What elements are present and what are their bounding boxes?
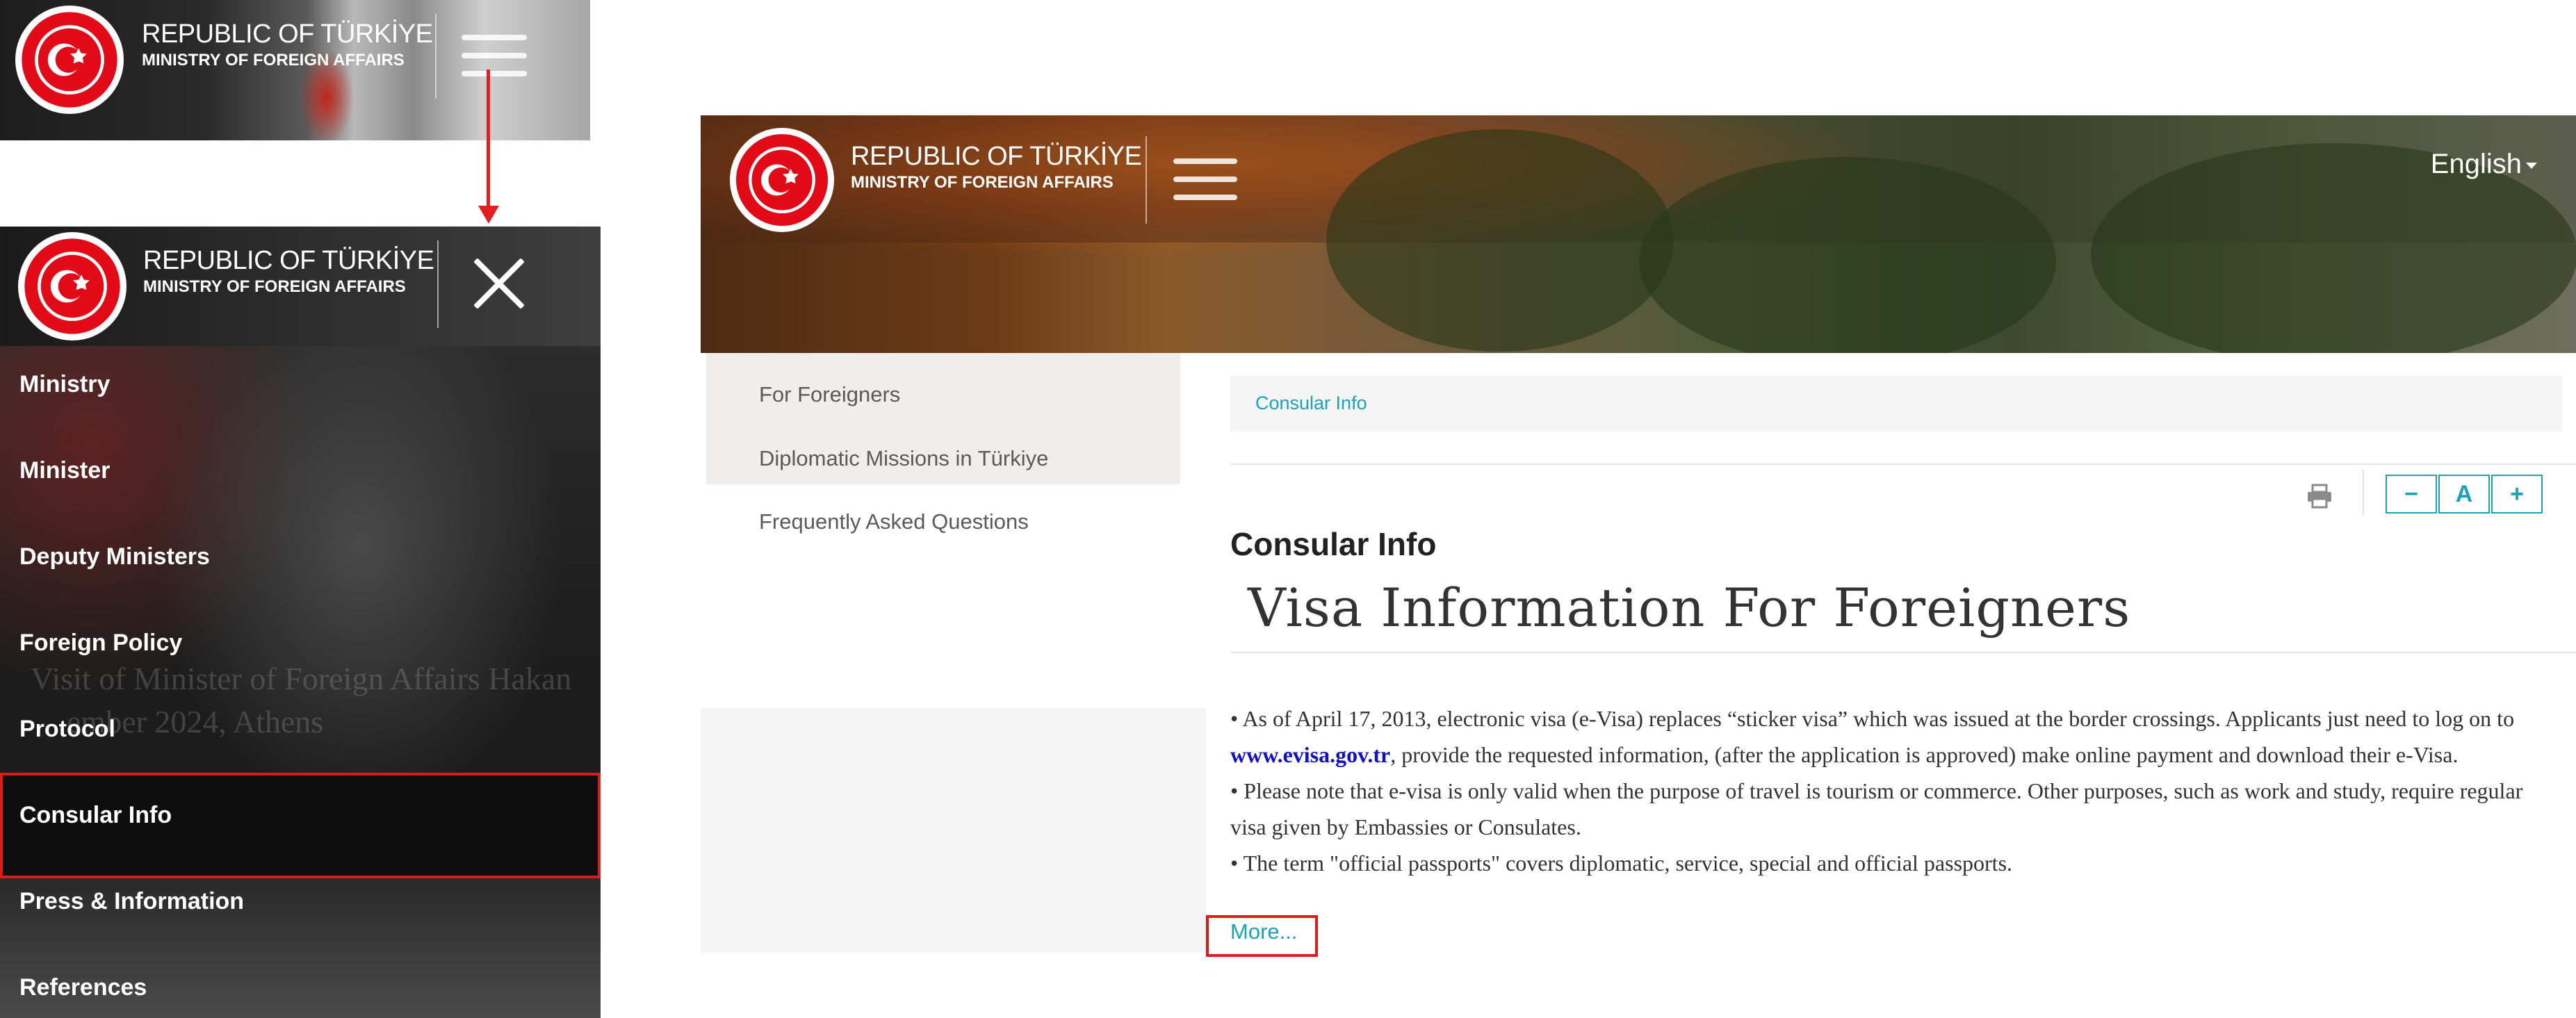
divider [1230,652,2576,653]
font-decrease-button[interactable]: − [2386,475,2437,514]
hero-tree-shape [1639,157,2056,353]
brand-name: REPUBLIC OF TÜRKİYE MINISTRY OF FOREIGN … [142,19,433,70]
menu-item-press-information[interactable]: Press & Information [19,888,244,915]
paragraph: • The term "official passports" covers d… [1230,851,2013,876]
hero-banner: REPUBLIC OF TÜRKİYE MINISTRY OF FOREIGN … [701,115,2576,353]
language-label: English [2430,149,2522,179]
font-size-controls: − A + [2386,475,2544,514]
evisa-link[interactable]: www.evisa.gov.tr [1230,742,1390,767]
menu-item-references[interactable]: References [19,974,147,1001]
menu-item-ministry[interactable]: Ministry [19,371,110,398]
main-content: Consular Info − A + Consular Info Visa I… [1206,353,2576,1018]
brand-line-1: REPUBLIC OF TÜRKİYE [143,246,434,275]
header-divider [437,240,439,328]
article-body: • As of April 17, 2013, electronic visa … [1230,700,2551,881]
hero-tree-shape [1326,129,1674,352]
brand-line-2: MINISTRY OF FOREIGN AFFAIRS [142,51,405,69]
brand-line-2: MINISTRY OF FOREIGN AFFAIRS [851,173,1114,192]
breadcrumb: Consular Info [1230,376,2562,432]
menu-item-deputy-ministers[interactable]: Deputy Ministers [19,543,210,570]
brand-line-1: REPUBLIC OF TÜRKİYE [142,19,433,49]
paragraph-text: , provide the requested information, (af… [1390,742,2459,767]
desktop-page: REPUBLIC OF TÜRKİYE MINISTRY OF FOREIGN … [701,115,2576,1018]
section-title: Consular Info [1230,526,1437,562]
brand-line-1: REPUBLIC OF TÜRKİYE [851,142,1142,171]
side-panel-placeholder [701,708,1206,953]
brand-line-2: MINISTRY OF FOREIGN AFFAIRS [143,277,406,296]
print-icon[interactable] [2306,482,2333,510]
menu-item-minister[interactable]: Minister [19,457,110,484]
breadcrumb-consular-info[interactable]: Consular Info [1255,393,1367,414]
font-reset-button[interactable]: A [2438,475,2490,514]
collapsed-header: REPUBLIC OF TÜRKİYE MINISTRY OF FOREIGN … [0,0,590,140]
menu-item-consular-info[interactable]: Consular Info [19,802,172,829]
nav-link-for-foreigners[interactable]: For Foreigners [759,382,900,407]
header-divider [1146,136,1147,224]
hamburger-menu-icon[interactable] [462,35,527,76]
brand-name: REPUBLIC OF TÜRKİYE MINISTRY OF FOREIGN … [851,142,1142,192]
expanded-menu-panel: Visit of Minister of Foreign Affairs Hak… [0,227,601,1018]
page-title: Visa Information For Foreigners [1248,577,2131,639]
toolbar-divider [2363,470,2364,516]
hamburger-menu-icon[interactable] [1173,158,1237,200]
transition-arrow [487,69,490,208]
ministry-emblem-icon[interactable] [18,232,127,340]
caret-down-icon [2526,162,2537,169]
font-increase-button[interactable]: + [2491,475,2543,514]
nav-link-faq[interactable]: Frequently Asked Questions [759,509,1029,534]
more-link[interactable]: More... [1230,919,1297,944]
arrow-head-icon [478,206,499,224]
paragraph-text: • As of April 17, 2013, electronic visa … [1230,706,2515,731]
ministry-emblem-icon[interactable] [730,128,834,232]
language-selector[interactable]: English [2431,149,2537,180]
menu-header: REPUBLIC OF TÜRKİYE MINISTRY OF FOREIGN … [0,227,601,346]
nav-link-diplomatic-missions[interactable]: Diplomatic Missions in Türkiye [759,446,1048,471]
ministry-emblem-icon[interactable] [15,6,124,114]
brand-name: REPUBLIC OF TÜRKİYE MINISTRY OF FOREIGN … [143,246,434,297]
paragraph: • Please note that e-visa is only valid … [1230,778,2523,839]
header-divider [435,14,437,99]
background-news-text: Visit of Minister of Foreign Affairs Hak… [31,661,572,696]
menu-item-protocol[interactable]: Protocol [19,716,115,743]
close-icon[interactable] [470,252,528,310]
divider [1230,463,2576,465]
paragraph: • As of April 17, 2013, electronic visa … [1230,700,2551,773]
menu-item-foreign-policy[interactable]: Foreign Policy [19,630,182,657]
